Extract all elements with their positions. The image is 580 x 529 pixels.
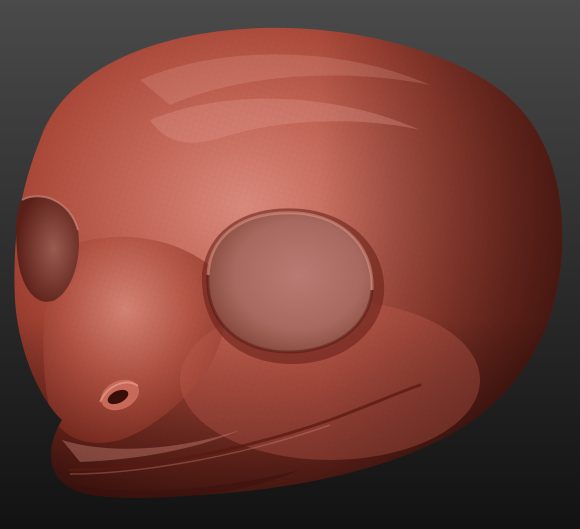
3d-viewport[interactable] <box>0 0 580 529</box>
viewport-canvas <box>0 0 580 529</box>
right-eye-socket <box>201 208 385 364</box>
